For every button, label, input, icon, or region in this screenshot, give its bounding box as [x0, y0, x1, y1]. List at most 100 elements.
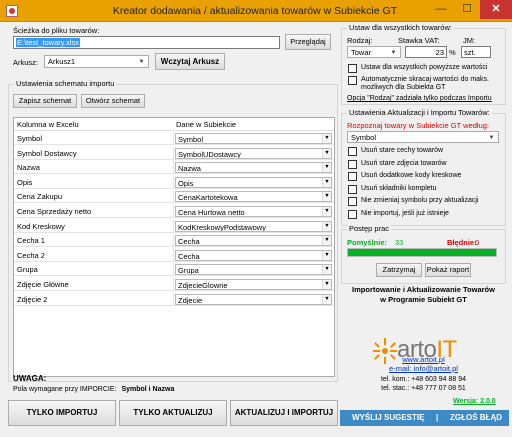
close-button[interactable]: ✕ [480, 0, 512, 19]
subiekt-field-select[interactable]: Cena Hurtowa netto ▼ [175, 206, 332, 217]
send-suggestion-link[interactable]: WYŚLIJ SUGESTIĘ [352, 413, 424, 422]
subiekt-field-value: Zdjecie [178, 295, 203, 305]
subiekt-field-value: Cecha [178, 251, 200, 261]
update-option-checkbox[interactable] [348, 172, 357, 181]
update-option-label: Usuń składniki kompletu [361, 184, 437, 192]
email-link-text[interactable]: e-mail: info@artoit.pl [389, 364, 458, 373]
table-row: Cena Zakupu CenaKartotekowa ▼ [14, 190, 334, 204]
load-sheet-button[interactable]: Wczytaj Arkusz [155, 53, 225, 70]
update-option-label: Nie zmieniaj symbolu przy aktualizacji [361, 197, 479, 204]
subiekt-field-select[interactable]: Zdjecie ▼ [175, 293, 332, 305]
truncate-checkbox[interactable] [348, 76, 357, 85]
excel-column-cell: Zdjęcie 2 [14, 292, 174, 306]
chevron-down-icon: ▼ [322, 280, 331, 289]
subiekt-field-select[interactable]: Cecha ▼ [175, 235, 332, 247]
excel-column-cell: Cecha 1 [14, 234, 174, 248]
grid-header-subiekt: Dane w Subiekcie [176, 120, 237, 129]
chevron-down-icon: ▼ [322, 148, 331, 158]
subiekt-field-select[interactable]: Cecha ▼ [175, 249, 332, 261]
table-row: Cecha 1 Cecha ▼ [14, 234, 334, 248]
table-row: Symbol Dostawcy SymbolUDostawcy ▼ [14, 146, 334, 160]
kind-select-value: Towar [351, 47, 372, 57]
update-option-label: Usuń stare zdjęcia towarów [361, 159, 447, 167]
show-report-button[interactable]: Pokaż raport [425, 263, 471, 277]
chevron-down-icon: ▼ [322, 236, 331, 246]
excel-column-cell: Kod Kreskowy [14, 219, 174, 233]
subiekt-field-value: CenaKartotekowa [178, 193, 238, 203]
chevron-down-icon: ▼ [138, 59, 145, 65]
subiekt-field-value: Cecha [178, 237, 200, 247]
update-option-label: Usuń dodatkowe kody kreskowe [361, 172, 462, 179]
email-link[interactable]: e-mail: info@artoit.pl [341, 364, 506, 373]
update-option-checkbox[interactable] [348, 184, 357, 194]
grid-header-excel: Kolumna w Excelu [17, 120, 79, 129]
unit-label: JM: [463, 36, 476, 45]
kind-label: Rodzaj: [347, 36, 373, 45]
sheet-select[interactable]: Arkusz1 ▼ [44, 55, 149, 68]
subiekt-field-select[interactable]: Grupa ▼ [175, 264, 332, 276]
subiekt-field-select[interactable]: Nazwa ▼ [175, 162, 332, 174]
subiekt-field-select[interactable]: ZdjecieGlowne ▼ [175, 279, 332, 290]
browse-button[interactable]: Przeglądaj [285, 34, 331, 50]
subiekt-field-select[interactable]: Symbol ▼ [175, 133, 332, 144]
chevron-down-icon: ▼ [322, 207, 331, 216]
update-option-checkbox[interactable] [348, 209, 357, 219]
excel-column-cell: Grupa [14, 263, 174, 277]
kind-note: Opcja "Rodzaj" zadziała tylko podczas Im… [347, 95, 492, 102]
table-row: Kod Kreskowy KodKreskowyPodstawowy ▼ [14, 219, 334, 233]
mapping-grid: Kolumna w Excelu Dane w Subiekcie Symbol… [13, 117, 335, 377]
errors-label: Błędnie: [447, 238, 477, 247]
footer-separator: | [436, 413, 439, 422]
success-label: Pomyślnie: [347, 238, 388, 247]
warning-required-fields: Symbol i Nazwa [121, 386, 175, 393]
update-option-checkbox[interactable] [348, 147, 357, 156]
update-option-checkbox[interactable] [348, 159, 357, 169]
excel-column-cell: Cecha 2 [14, 248, 174, 262]
subiekt-field-select[interactable]: KodKreskowyPodstawowy ▼ [175, 220, 332, 232]
update-only-button[interactable]: TYLKO AKTUALIZUJ [119, 400, 227, 426]
save-schema-button[interactable]: Zapisz schemat [13, 94, 77, 108]
table-row: Nazwa Nazwa ▼ [14, 161, 334, 175]
table-row: Cecha 2 Cecha ▼ [14, 248, 334, 262]
minimize-button[interactable]: — [428, 0, 454, 19]
update-option-checkbox[interactable] [348, 197, 357, 206]
vat-label: Stawka VAT: [398, 36, 440, 45]
file-path-label: Ścieżka do pliku towarów: [13, 26, 100, 35]
subiekt-field-value: SymbolUDostawcy [178, 149, 241, 159]
chevron-down-icon: ▼ [322, 134, 331, 143]
update-and-import-button[interactable]: AKTUALIZUJ I IMPORTUJ [230, 400, 338, 426]
sheet-label: Arkusz: [13, 58, 39, 67]
stop-button[interactable]: Zatrzymaj [376, 263, 422, 277]
update-settings-group-title: Ustawienia Aktualizacji i Importu Towaró… [347, 108, 492, 117]
subiekt-field-select[interactable]: Opis ▼ [175, 176, 332, 188]
apply-all-checkbox[interactable] [348, 64, 357, 73]
vat-input[interactable]: 23 [405, 46, 447, 58]
maximize-button[interactable]: ☐ [454, 0, 480, 19]
recognize-select[interactable]: Symbol ▼ [347, 131, 499, 143]
unit-input[interactable]: szt. [461, 46, 491, 58]
window-title: Kreator dodawania / aktualizowania towar… [112, 5, 398, 17]
table-row: Zdjęcie Główne ZdjecieGlowne ▼ [14, 278, 334, 291]
success-count: 33 [395, 238, 404, 247]
subiekt-field-value: Symbol [178, 135, 204, 144]
kind-select[interactable]: Towar ▼ [347, 46, 401, 58]
excel-column-cell: Symbol Dostawcy [14, 146, 174, 160]
phone-mobile: tel. kom.: +48 603 94 88 94 [380, 376, 467, 383]
website-link-text[interactable]: www.artoit.pl [402, 355, 445, 364]
subiekt-field-select[interactable]: SymbolUDostawcy ▼ [175, 147, 332, 159]
report-bug-link[interactable]: ZGŁOŚ BŁĄD [450, 413, 502, 422]
truncate-label: Automatycznie skracaj wartości do maks. … [361, 76, 489, 91]
open-schema-button[interactable]: Otwórz schemat [81, 94, 145, 108]
excel-column-cell: Nazwa [14, 161, 174, 175]
website-link[interactable]: www.artoit.pl [341, 355, 506, 364]
footer-bar: WYŚLIJ SUGESTIĘ | ZGŁOŚ BŁĄD [340, 410, 509, 426]
subiekt-field-select[interactable]: CenaKartotekowa ▼ [175, 191, 332, 203]
file-path-input[interactable]: E:\test_towary.xlsx [13, 36, 280, 49]
chevron-down-icon: ▼ [322, 250, 331, 260]
excel-column-cell: Cena Zakupu [14, 190, 174, 204]
chevron-down-icon: ▼ [390, 50, 397, 56]
chevron-down-icon: ▼ [322, 177, 331, 187]
subiekt-field-value: Nazwa [178, 164, 201, 174]
import-only-button[interactable]: TYLKO IMPORTUJ [8, 400, 116, 426]
progress-group-title: Postęp prac [347, 224, 392, 233]
